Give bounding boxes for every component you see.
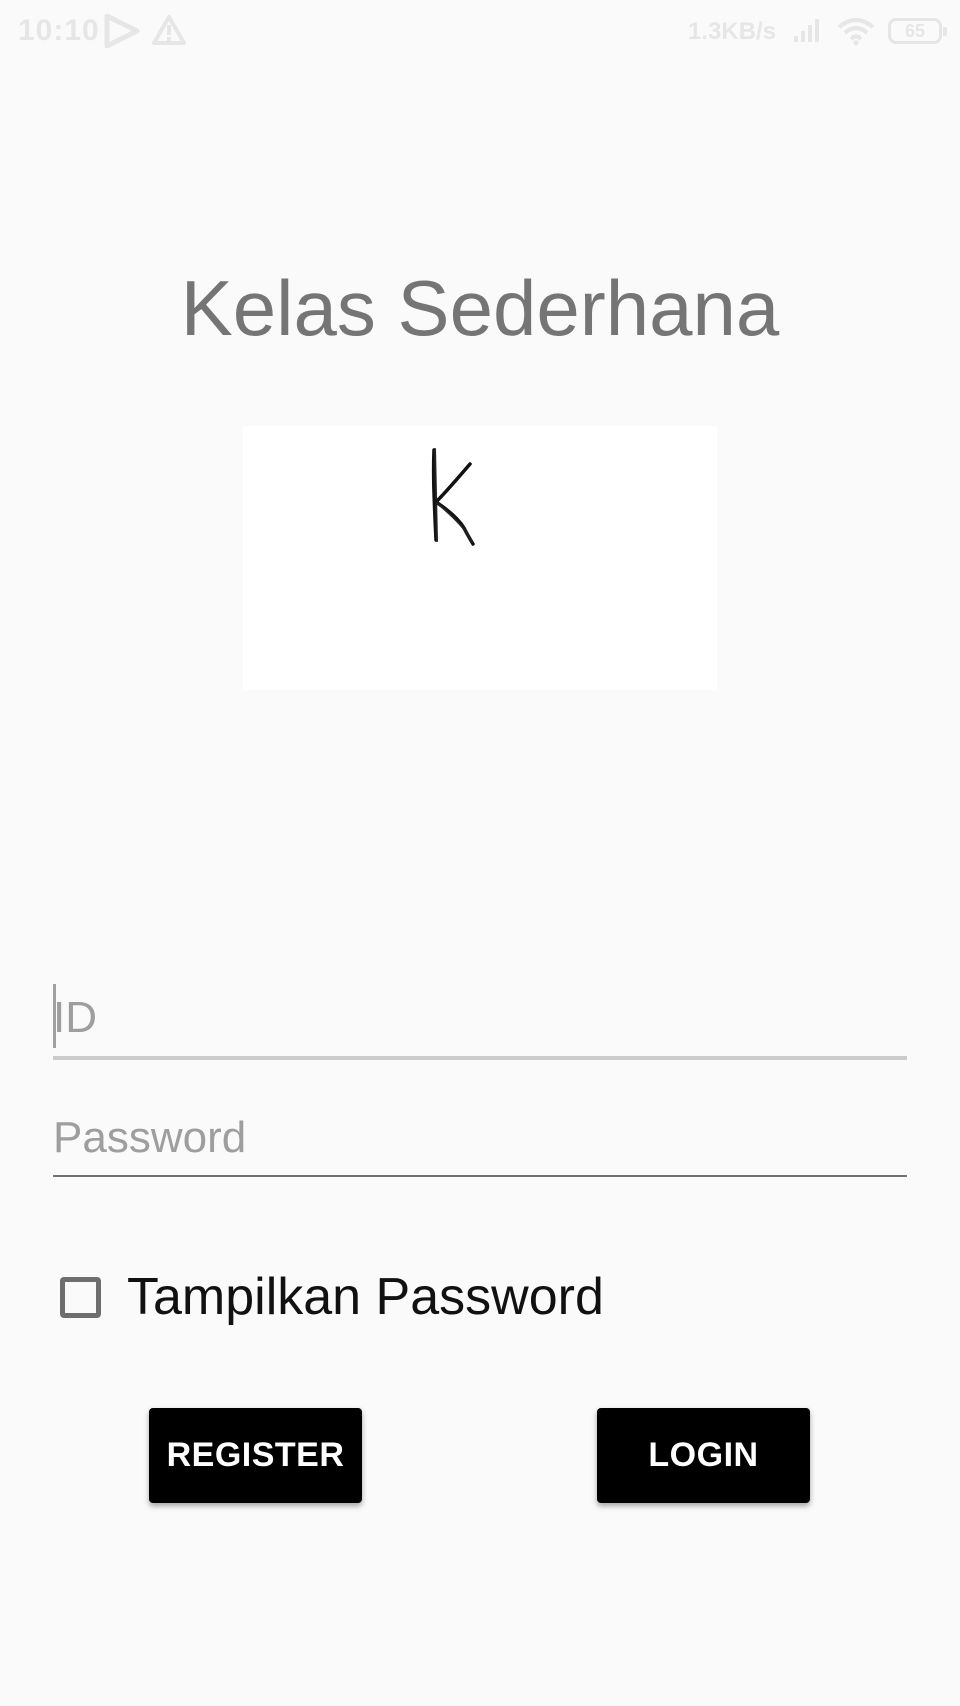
text-cursor — [53, 984, 56, 1048]
id-field-underline — [53, 1056, 907, 1060]
warning-icon — [152, 14, 186, 51]
status-time: 10:10 — [18, 14, 100, 47]
battery-icon: 65 — [888, 18, 947, 44]
login-button[interactable]: LOGIN — [597, 1408, 810, 1503]
password-field-underline — [53, 1175, 907, 1177]
network-speed: 1.3KB/s — [688, 18, 777, 45]
status-bar: 10:10 1.3KB/s 65 — [0, 0, 960, 64]
wifi-icon — [836, 16, 876, 51]
logo-image — [243, 426, 717, 690]
show-password-label[interactable]: Tampilkan Password — [127, 1265, 604, 1329]
app-title: Kelas Sederhana — [180, 264, 780, 352]
signal-icon — [792, 16, 822, 49]
password-input[interactable] — [53, 1102, 907, 1174]
play-store-icon — [104, 13, 140, 53]
id-input[interactable] — [53, 982, 907, 1054]
show-password-checkbox[interactable] — [60, 1276, 101, 1318]
show-password-row[interactable]: Tampilkan Password — [60, 1265, 604, 1329]
id-field[interactable] — [53, 982, 907, 1062]
register-button[interactable]: REGISTER — [149, 1408, 362, 1503]
handwritten-k-logo — [431, 448, 475, 546]
password-field[interactable] — [53, 1102, 907, 1182]
